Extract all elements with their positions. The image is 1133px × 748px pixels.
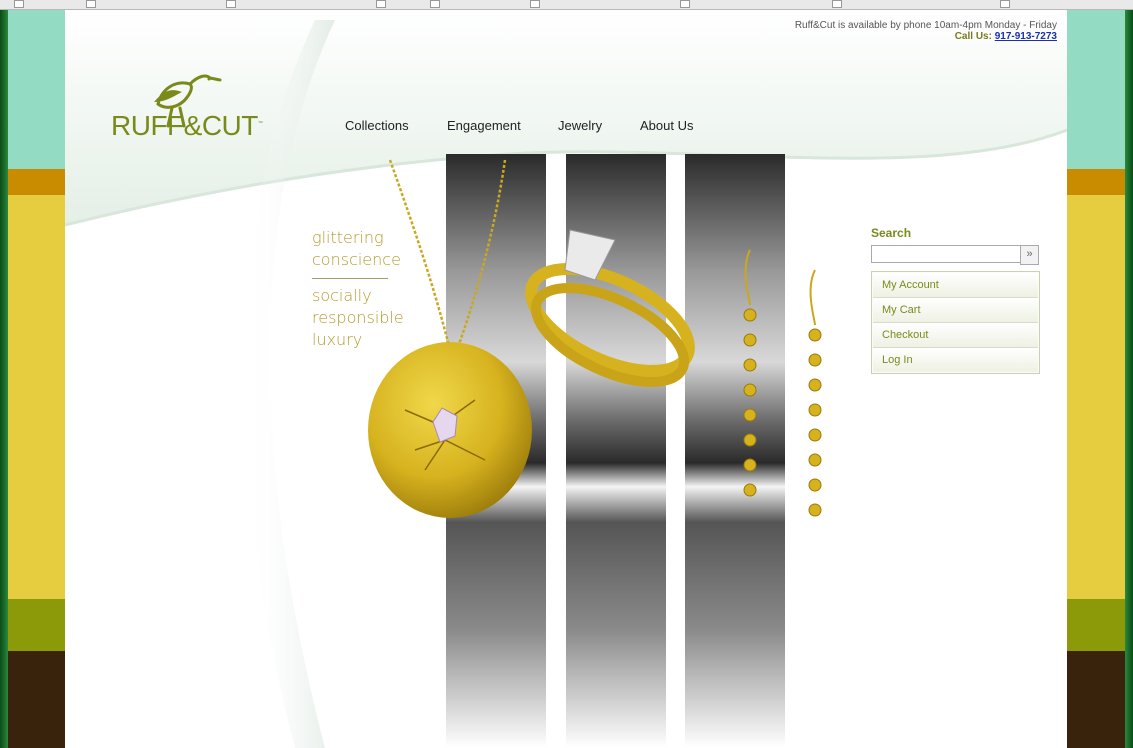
- bookmark-icon[interactable]: [1000, 0, 1010, 8]
- nav-jewelry[interactable]: Jewelry: [558, 118, 602, 133]
- search-input[interactable]: [871, 245, 1021, 263]
- bookmark-icon[interactable]: [86, 0, 96, 8]
- contact-info: Ruff&Cut is available by phone 10am-4pm …: [795, 20, 1057, 42]
- right-desktop-edge: [1125, 9, 1133, 748]
- photo-strip: [685, 154, 785, 748]
- bookmark-icon[interactable]: [430, 0, 440, 8]
- nav-engagement[interactable]: Engagement: [447, 118, 521, 133]
- page-container: RUFF&CUT™ Ruff&Cut is available by phone…: [65, 10, 1067, 748]
- brand-logo-text[interactable]: RUFF&CUT™: [111, 110, 263, 142]
- bookmark-icon[interactable]: [530, 0, 540, 8]
- bookmark-icon[interactable]: [226, 0, 236, 8]
- phone-link[interactable]: 917-913-7273: [995, 31, 1057, 42]
- phone-availability-text: Ruff&Cut is available by phone 10am-4pm …: [794, 20, 1057, 31]
- bookmark-icon[interactable]: [680, 0, 690, 8]
- nav-collections[interactable]: Collections: [345, 118, 409, 133]
- account-menu: My Account My Cart Checkout Log In: [871, 271, 1040, 374]
- menu-log-in[interactable]: Log In: [873, 348, 1038, 372]
- bookmarks-bar: [0, 0, 1133, 10]
- bookmark-icon[interactable]: [376, 0, 386, 8]
- menu-my-cart[interactable]: My Cart: [873, 298, 1038, 323]
- nav-about-us[interactable]: About Us: [640, 118, 693, 133]
- bookmark-icon[interactable]: [14, 0, 24, 8]
- search-label: Search: [871, 226, 912, 240]
- menu-my-account[interactable]: My Account: [873, 273, 1038, 298]
- left-desktop-edge: [0, 9, 8, 748]
- trademark-symbol: ™: [257, 120, 263, 127]
- bookmark-icon[interactable]: [832, 0, 842, 8]
- brand-name: RUFF&CUT: [111, 110, 258, 141]
- menu-checkout[interactable]: Checkout: [873, 323, 1038, 348]
- call-us-label: Call Us:: [954, 31, 992, 42]
- search-submit-button[interactable]: »: [1020, 245, 1039, 265]
- hero-jewelry-image: [368, 154, 822, 748]
